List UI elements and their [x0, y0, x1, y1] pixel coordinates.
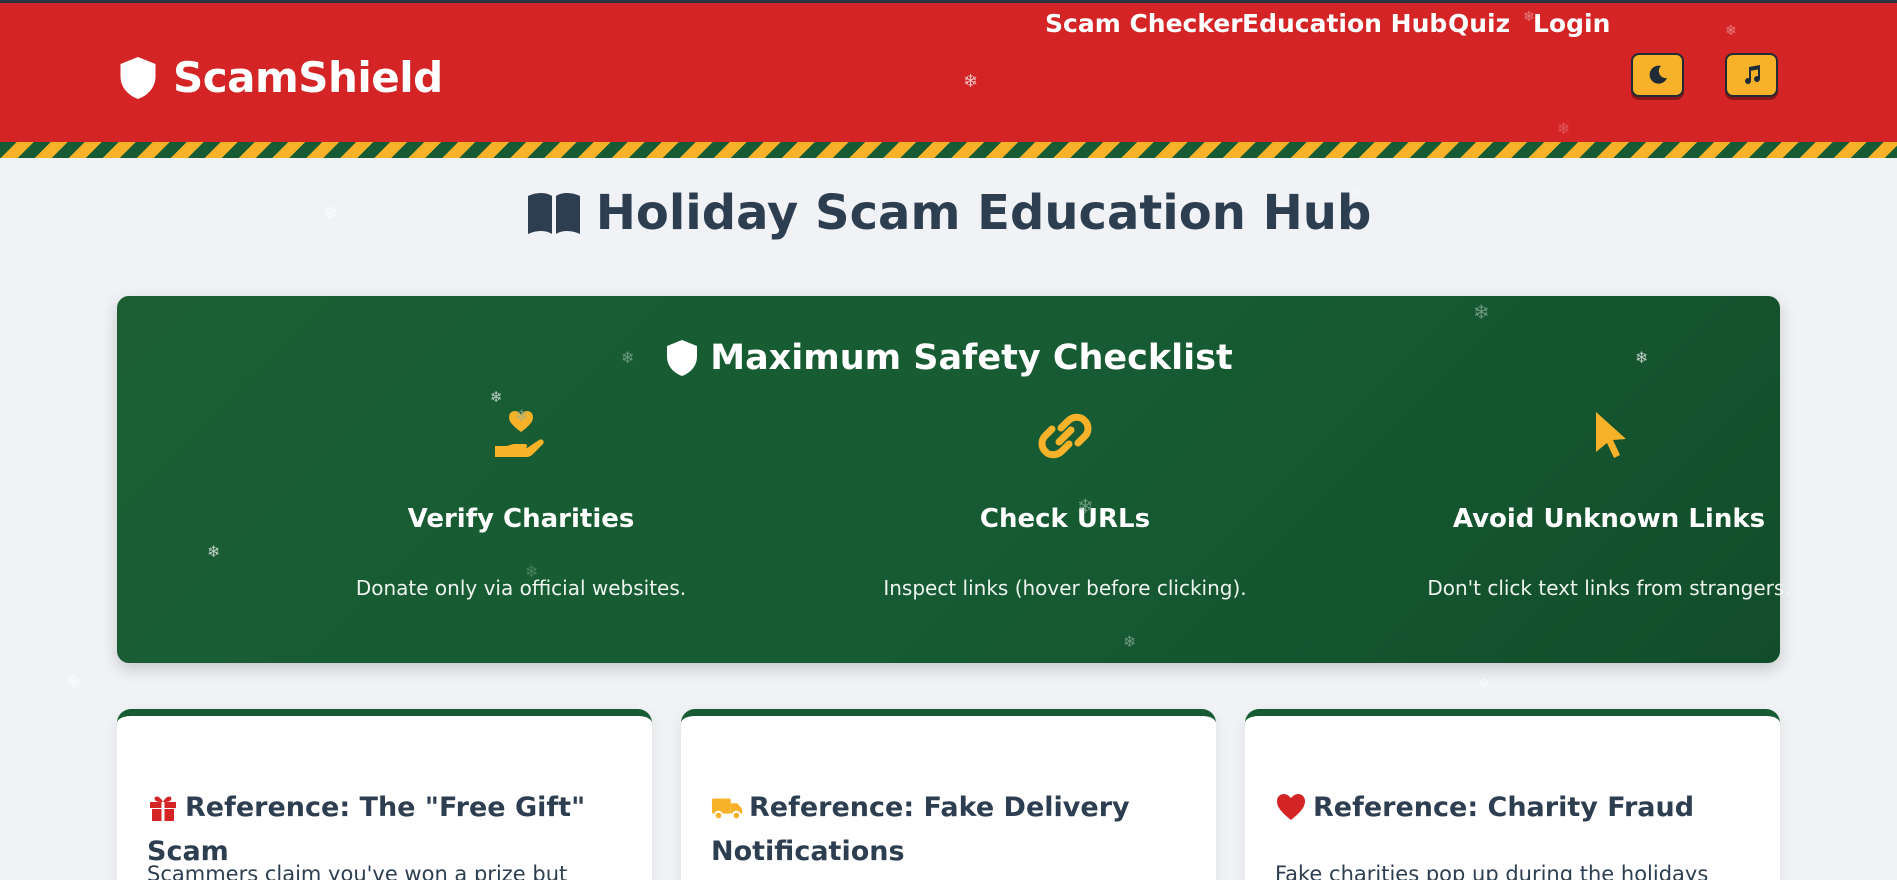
checklist-item-text: Inspect links (hover before clicking). — [883, 576, 1247, 600]
checklist-item-title: Check URLs — [979, 504, 1151, 534]
book-open-icon — [527, 193, 580, 234]
mouse-pointer-icon — [1596, 412, 1626, 458]
checklist-item-check-urls: Check URLs Inspect links (hover before c… — [855, 406, 1275, 600]
reference-card-free-gift[interactable]: Reference: The "Free Gift" Scam Scammers… — [117, 709, 652, 880]
checklist-title: Maximum Safety Checklist — [117, 338, 1780, 387]
snowflake-decoration: ❄ — [1351, 184, 1363, 200]
snowflake-decoration: ❄ — [207, 542, 221, 561]
snowflake-decoration: ❄ — [525, 562, 539, 581]
checklist-item-text: Donate only via official websites. — [355, 576, 687, 600]
moon-icon — [1649, 65, 1667, 84]
card-title: Reference: Charity Fraud — [1275, 786, 1755, 830]
checklist-item-verify-charities: Verify Charities Donate only via officia… — [311, 406, 731, 600]
reference-card-charity-fraud[interactable]: Reference: Charity Fraud Fake charities … — [1245, 709, 1780, 880]
page-title-text: Holiday Scam Education Hub — [595, 185, 1372, 241]
site-header: ScamShield Scam Checker Education Hub Qu… — [0, 3, 1897, 142]
snowflake-decoration: ❄ — [490, 388, 503, 406]
snowflake-decoration: ❄ — [1557, 119, 1571, 138]
snowflake-decoration: ❄ — [323, 203, 339, 224]
shield-icon — [120, 56, 156, 99]
snowflake-decoration: ❄ — [1635, 348, 1649, 367]
snowflake-decoration: ❄ — [1478, 676, 1490, 692]
snowflake-decoration: ❄ — [1123, 632, 1137, 651]
heart-icon — [1277, 794, 1305, 820]
checklist-item-avoid-unknown-links: Avoid Unknown Links Don't click text lin… — [1399, 406, 1819, 600]
safety-checklist-panel: Maximum Safety Checklist Verify Charitie… — [117, 296, 1791, 663]
snowflake-decoration: ❄ — [621, 348, 635, 367]
card-text: Fake charities pop up during the holiday… — [1275, 862, 1709, 880]
brand-name: ScamShield — [173, 53, 443, 102]
nav-education-hub[interactable]: Education Hub — [1242, 9, 1447, 38]
nav-quiz[interactable]: Quiz — [1448, 9, 1510, 38]
delivery-truck-icon — [711, 798, 743, 821]
snowflake-decoration: ❄ — [1725, 23, 1737, 39]
card-title-text: Reference: Fake Delivery Notifications — [711, 792, 1130, 867]
reference-card-fake-delivery[interactable]: Reference: Fake Delivery Notifications — [681, 709, 1216, 880]
theme-toggle-button[interactable] — [1631, 53, 1684, 97]
card-title: Reference: The "Free Gift" Scam — [147, 786, 627, 874]
card-text: Scammers claim you've won a prize but — [147, 862, 568, 880]
brand-logo[interactable]: ScamShield — [117, 53, 443, 102]
snowflake-decoration: ❄ — [66, 672, 82, 693]
snowflake-decoration: ❄ — [1473, 300, 1490, 324]
snowflake-decoration: ❄ — [1077, 494, 1094, 518]
checklist-title-text: Maximum Safety Checklist — [710, 338, 1233, 378]
card-title-text: Reference: Charity Fraud — [1313, 792, 1695, 823]
candy-cane-stripe — [0, 142, 1897, 158]
snowflake-decoration: ❄ — [515, 406, 529, 425]
music-note-icon — [1744, 65, 1760, 85]
snowflake-decoration: ❄ — [1523, 9, 1535, 25]
link-icon — [1038, 413, 1092, 459]
gift-icon — [150, 796, 176, 821]
snowflake-decoration: ❄ — [963, 71, 979, 92]
page-title: Holiday Scam Education Hub — [0, 185, 1897, 248]
checklist-item-title: Avoid Unknown Links — [1452, 504, 1766, 534]
nav-login[interactable]: Login — [1533, 9, 1610, 38]
checklist-item-title: Verify Charities — [407, 504, 635, 534]
card-title-text: Reference: The "Free Gift" Scam — [147, 792, 586, 867]
card-title: Reference: Fake Delivery Notifications — [711, 786, 1191, 874]
music-toggle-button[interactable] — [1725, 53, 1778, 97]
nav-scam-checker[interactable]: Scam Checker — [1045, 9, 1243, 38]
shield-icon — [667, 340, 698, 376]
checklist-item-text: Don't click text links from strangers. — [1427, 576, 1791, 600]
